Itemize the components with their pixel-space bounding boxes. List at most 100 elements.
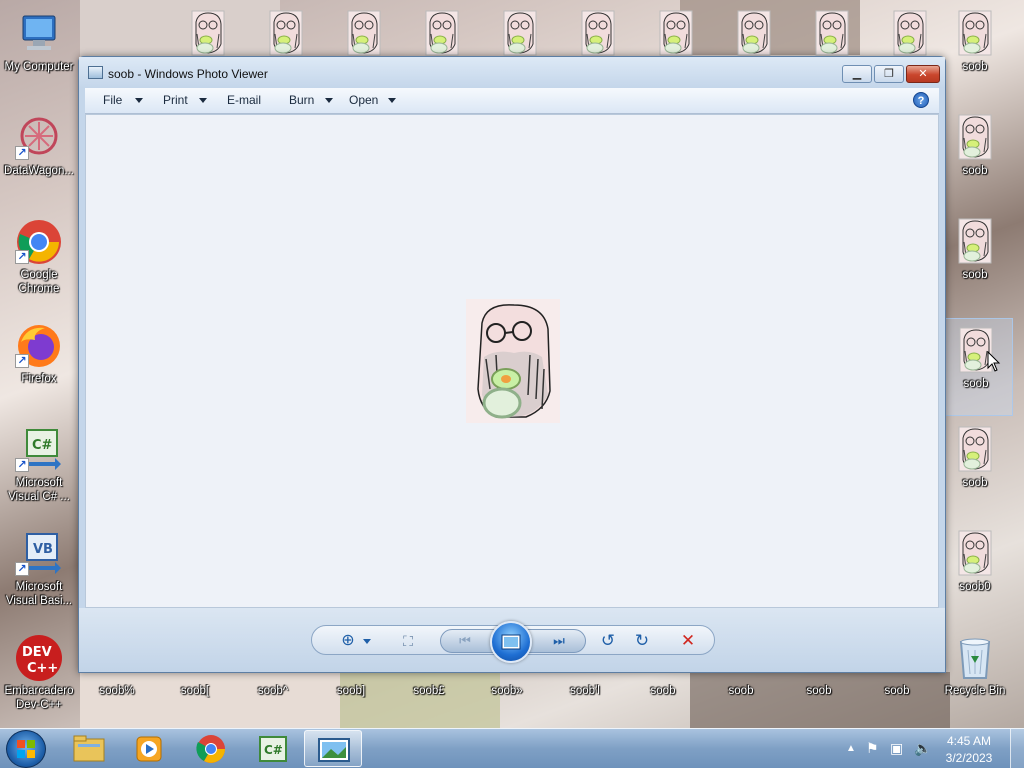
desktop-icon-visual-csharp[interactable]: C# ↗ Microsoft Visual C# ... bbox=[1, 418, 77, 516]
desktop-icon-soob0[interactable]: soob0 bbox=[937, 522, 1013, 620]
desktop-icon-my-computer[interactable]: My Computer bbox=[1, 2, 77, 100]
soob-image-icon bbox=[886, 10, 934, 58]
previous-icon[interactable]: ⏮ bbox=[455, 631, 475, 651]
desktop-icon-soob[interactable]: soob bbox=[937, 2, 1013, 100]
network-icon[interactable]: ▣ bbox=[890, 740, 903, 757]
soob-image-icon bbox=[951, 114, 999, 162]
desktop-icon-soob-hovered[interactable]: soob bbox=[937, 318, 1013, 416]
shortcut-arrow-icon: ↗ bbox=[15, 250, 29, 264]
chevron-down-icon[interactable] bbox=[135, 98, 143, 103]
taskbar: C# ▲ ⚑ ▣ 🔈 4:45 AM 3/2/2023 bbox=[0, 728, 1024, 768]
soob-image-icon bbox=[951, 530, 999, 578]
displayed-photo bbox=[466, 299, 560, 423]
menu-email[interactable]: E-mail bbox=[227, 93, 261, 107]
computer-icon bbox=[15, 10, 63, 58]
chevron-down-icon[interactable] bbox=[199, 98, 207, 103]
mouse-cursor-icon bbox=[987, 351, 1001, 372]
zoom-icon[interactable]: ⊕ bbox=[338, 631, 358, 651]
slideshow-button[interactable] bbox=[490, 621, 532, 663]
menu-file[interactable]: File bbox=[103, 93, 122, 107]
rotate-ccw-icon[interactable]: ↺ bbox=[598, 631, 618, 651]
desktop-icon-visual-basic[interactable]: VB ↗ Microsoft Visual Basi... bbox=[1, 522, 77, 620]
soob-image-icon bbox=[184, 10, 232, 58]
soob-image-icon bbox=[340, 10, 388, 58]
desktop-icon-label: soob[ bbox=[180, 685, 210, 697]
soob-image-icon bbox=[808, 10, 856, 58]
window-title: soob - Windows Photo Viewer bbox=[108, 67, 268, 81]
next-icon[interactable]: ⏭ bbox=[549, 631, 569, 651]
minimize-button[interactable]: ▁ bbox=[842, 65, 872, 83]
soob-image-icon bbox=[574, 10, 622, 58]
actual-size-icon[interactable]: ⛶ bbox=[398, 631, 418, 651]
clock-date[interactable]: 3/2/2023 bbox=[940, 751, 998, 765]
shortcut-arrow-icon: ↗ bbox=[15, 146, 29, 160]
title-bar[interactable]: soob - Windows Photo Viewer ▁ ❐ ✕ bbox=[79, 57, 945, 88]
desktop-icon-label: soob bbox=[650, 685, 676, 697]
svg-text:VB: VB bbox=[33, 542, 53, 557]
svg-text:C#: C# bbox=[264, 743, 283, 757]
chevron-down-icon[interactable] bbox=[388, 98, 396, 103]
photo-viewer-icon bbox=[318, 738, 350, 762]
help-icon[interactable]: ? bbox=[913, 92, 929, 108]
visual-csharp-icon: C# bbox=[259, 736, 287, 762]
close-icon: ✕ bbox=[918, 68, 928, 80]
svg-text:DEV: DEV bbox=[22, 645, 52, 660]
desktop-icon-label: soob bbox=[806, 685, 832, 697]
shortcut-arrow-icon: ↗ bbox=[15, 562, 29, 576]
desktop-icon-label: soob» bbox=[491, 685, 523, 697]
menu-bar: File Print E-mail Burn Open ? bbox=[85, 88, 939, 114]
volume-icon[interactable]: 🔈 bbox=[914, 740, 931, 757]
slideshow-icon bbox=[501, 634, 521, 650]
soob-image-icon bbox=[730, 10, 778, 58]
photo-viewer-window[interactable]: soob - Windows Photo Viewer ▁ ❐ ✕ File P… bbox=[78, 56, 946, 673]
desktop-icon-label: soob bbox=[728, 685, 754, 697]
chevron-down-icon[interactable] bbox=[363, 639, 371, 644]
media-player-icon bbox=[136, 736, 162, 762]
desktop-icon-label: soob'l bbox=[570, 685, 600, 697]
rotate-cw-icon[interactable]: ↻ bbox=[632, 631, 652, 651]
show-desktop-button[interactable] bbox=[1010, 729, 1024, 768]
desktop-icon-recycle-bin[interactable]: Recycle Bin bbox=[937, 626, 1013, 724]
menu-burn[interactable]: Burn bbox=[289, 93, 314, 107]
desktop-icon-devcpp[interactable]: DEV C++ Embarcadero Dev-C++ bbox=[1, 626, 77, 724]
photo-viewer-app-icon bbox=[88, 66, 103, 79]
shortcut-arrow-icon: ↗ bbox=[15, 458, 29, 472]
taskbar-chrome[interactable] bbox=[182, 730, 240, 767]
soob-image-icon bbox=[951, 218, 999, 266]
desktop-icon-label: soob] bbox=[336, 685, 366, 697]
taskbar-explorer[interactable] bbox=[60, 730, 118, 767]
desktop-icon-chrome[interactable]: ↗ Google Chrome bbox=[1, 210, 77, 308]
desktop-icon-firefox[interactable]: ↗ Firefox bbox=[1, 314, 77, 412]
start-button[interactable] bbox=[6, 730, 46, 768]
minimize-icon: ▁ bbox=[852, 68, 862, 80]
desktop-icon-label: soob bbox=[884, 685, 910, 697]
menu-print[interactable]: Print bbox=[163, 93, 188, 107]
soob-image-icon bbox=[496, 10, 544, 58]
close-button[interactable]: ✕ bbox=[906, 65, 940, 83]
show-hidden-icons-icon[interactable]: ▲ bbox=[846, 743, 856, 754]
action-center-icon[interactable]: ⚑ bbox=[866, 740, 879, 757]
recycle-bin-icon bbox=[951, 634, 999, 682]
viewer-controls: ⊕ ⛶ ⏮ ⏭ ↺ ↻ ✕ bbox=[79, 608, 945, 672]
soob-image-icon bbox=[418, 10, 466, 58]
taskbar-photo-viewer[interactable] bbox=[304, 730, 362, 767]
shortcut-arrow-icon: ↗ bbox=[15, 354, 29, 368]
maximize-button[interactable]: ❐ bbox=[874, 65, 904, 83]
control-pill: ⊕ ⛶ ⏮ ⏭ ↺ ↻ ✕ bbox=[311, 621, 715, 663]
desktop-icon-soob[interactable]: soob bbox=[937, 418, 1013, 516]
taskbar-visual-csharp[interactable]: C# bbox=[244, 730, 302, 767]
desktop-icon-soob[interactable]: soob bbox=[937, 106, 1013, 204]
clock-time[interactable]: 4:45 AM bbox=[940, 734, 998, 748]
soob-image-icon bbox=[951, 10, 999, 58]
desktop-icon-soob[interactable]: soob bbox=[937, 210, 1013, 308]
soob-image-icon bbox=[951, 426, 999, 474]
taskbar-media-player[interactable] bbox=[120, 730, 178, 767]
chevron-down-icon[interactable] bbox=[325, 98, 333, 103]
image-viewport[interactable] bbox=[85, 114, 939, 608]
desktop-icon-datawagon[interactable]: ↗ DataWagon... bbox=[1, 106, 77, 204]
delete-icon[interactable]: ✕ bbox=[678, 631, 698, 651]
maximize-icon: ❐ bbox=[884, 68, 894, 80]
menu-open[interactable]: Open bbox=[349, 93, 378, 107]
windows-logo-icon bbox=[17, 740, 35, 758]
desktop-icon-label: soob% bbox=[99, 685, 135, 697]
